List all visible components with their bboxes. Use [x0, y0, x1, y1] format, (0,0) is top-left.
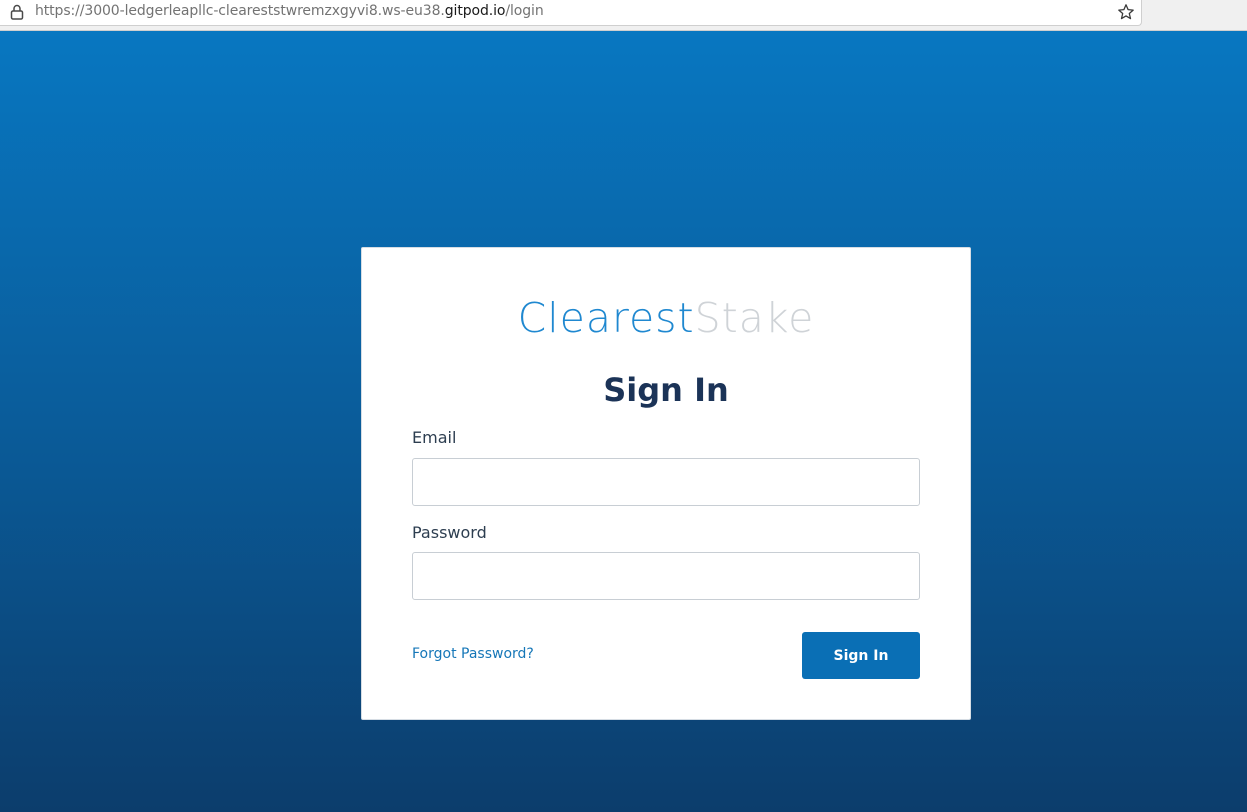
- password-label: Password: [412, 523, 487, 542]
- lock-icon: [10, 4, 24, 20]
- password-field[interactable]: [412, 552, 920, 600]
- login-page: ClearestStake Sign In Email Password For…: [0, 31, 1247, 812]
- browser-toolbar: https://3000-ledgerleapllc-cleareststwre…: [0, 0, 1247, 31]
- email-field[interactable]: [412, 458, 920, 506]
- brand-logo: ClearestStake: [362, 292, 970, 344]
- star-icon[interactable]: [1117, 3, 1135, 21]
- logo-part-clearest: Clearest: [517, 294, 695, 342]
- logo-part-stake: Stake: [694, 294, 815, 342]
- email-label: Email: [412, 428, 457, 447]
- page-title: Sign In: [603, 371, 729, 409]
- sign-in-button[interactable]: Sign In: [802, 632, 920, 679]
- address-bar[interactable]: https://3000-ledgerleapllc-cleareststwre…: [0, 0, 1142, 26]
- url-host: gitpod.io: [444, 3, 506, 19]
- url-text: https://3000-ledgerleapllc-cleareststwre…: [35, 3, 544, 19]
- url-path: /login: [505, 3, 544, 19]
- url-prefix: https://3000-ledgerleapllc-cleareststwre…: [35, 3, 445, 19]
- forgot-password-link[interactable]: Forgot Password?: [412, 646, 534, 662]
- login-card: ClearestStake Sign In Email Password For…: [361, 247, 971, 720]
